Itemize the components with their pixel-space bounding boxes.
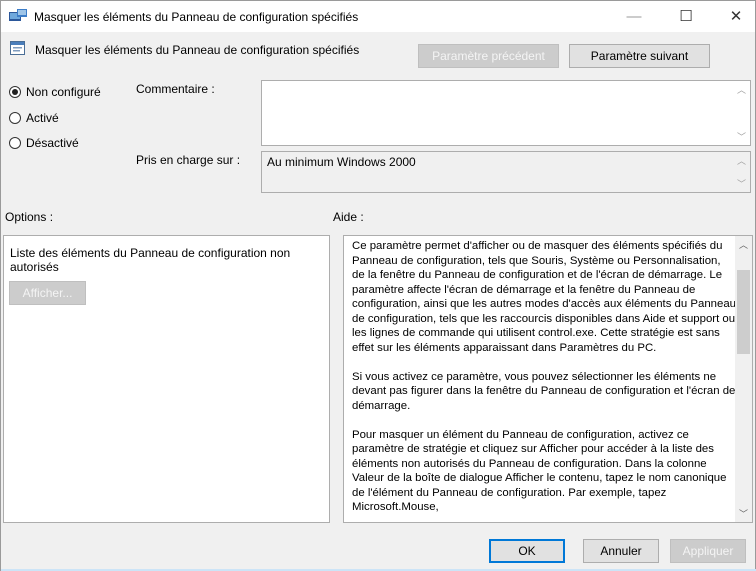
radio-not-configured[interactable]: Non configuré bbox=[9, 85, 101, 99]
scroll-up-icon[interactable]: ︿ bbox=[735, 236, 752, 253]
radio-label: Désactivé bbox=[26, 136, 79, 150]
close-button[interactable]: ✕ bbox=[713, 1, 756, 31]
setting-title: Masquer les éléments du Panneau de confi… bbox=[35, 43, 360, 57]
supported-field[interactable]: Au minimum Windows 2000 ︿ ﹀ bbox=[261, 151, 751, 193]
help-paragraph: Pour masquer un élément du Panneau de co… bbox=[352, 428, 727, 514]
help-label: Aide : bbox=[333, 210, 364, 224]
radio-label: Non configuré bbox=[26, 85, 101, 99]
supported-scrollbar[interactable]: ︿ ﹀ bbox=[733, 152, 750, 192]
options-label: Options : bbox=[5, 210, 54, 224]
minimize-button[interactable]: — bbox=[611, 1, 657, 31]
scroll-down-icon[interactable]: ﹀ bbox=[735, 505, 752, 522]
options-panel: Liste des éléments du Panneau de configu… bbox=[3, 235, 330, 523]
help-panel: Ce paramètre permet d'afficher ou de mas… bbox=[343, 235, 753, 523]
ok-button[interactable]: OK bbox=[489, 539, 565, 563]
help-scrollbar[interactable]: ︿ ﹀ bbox=[735, 236, 752, 522]
title-bar: Masquer les éléments du Panneau de confi… bbox=[1, 1, 755, 32]
scroll-up-icon[interactable]: ︿ bbox=[733, 81, 750, 98]
supported-label: Pris en charge sur : bbox=[136, 153, 241, 167]
scroll-thumb[interactable] bbox=[737, 270, 750, 354]
radio-label: Activé bbox=[26, 111, 59, 125]
scroll-up-icon[interactable]: ︿ bbox=[733, 152, 750, 169]
scroll-down-icon[interactable]: ﹀ bbox=[733, 175, 750, 192]
cancel-button[interactable]: Annuler bbox=[583, 539, 659, 563]
scroll-down-icon[interactable]: ﹀ bbox=[733, 128, 750, 145]
window-title: Masquer les éléments du Panneau de confi… bbox=[34, 10, 359, 24]
help-paragraph: Si vous activez ce paramètre, vous pouve… bbox=[352, 370, 736, 412]
policy-icon bbox=[9, 9, 27, 21]
comment-scrollbar[interactable]: ︿ ﹀ bbox=[733, 81, 750, 145]
previous-setting-button[interactable]: Paramètre précédent bbox=[418, 44, 559, 68]
maximize-button[interactable]: ☐ bbox=[663, 1, 709, 31]
radio-disabled[interactable]: Désactivé bbox=[9, 136, 79, 150]
help-paragraph: Ce paramètre permet d'afficher ou de mas… bbox=[352, 240, 737, 354]
show-button[interactable]: Afficher... bbox=[9, 281, 86, 305]
radio-indicator[interactable] bbox=[9, 112, 21, 124]
radio-enabled[interactable]: Activé bbox=[9, 111, 59, 125]
comment-textarea[interactable]: ︿ ﹀ bbox=[261, 80, 751, 146]
radio-indicator[interactable] bbox=[9, 137, 21, 149]
supported-value: Au minimum Windows 2000 bbox=[267, 155, 416, 169]
help-text: Ce paramètre permet d'afficher ou de mas… bbox=[352, 239, 737, 522]
comment-label: Commentaire : bbox=[136, 82, 215, 96]
next-setting-button[interactable]: Paramètre suivant bbox=[569, 44, 710, 68]
apply-button[interactable]: Appliquer bbox=[670, 539, 746, 563]
radio-indicator[interactable] bbox=[9, 86, 21, 98]
options-item-text: Liste des éléments du Panneau de configu… bbox=[10, 246, 291, 274]
policy-dialog: Masquer les éléments du Panneau de confi… bbox=[0, 0, 756, 571]
setting-icon bbox=[10, 41, 25, 55]
